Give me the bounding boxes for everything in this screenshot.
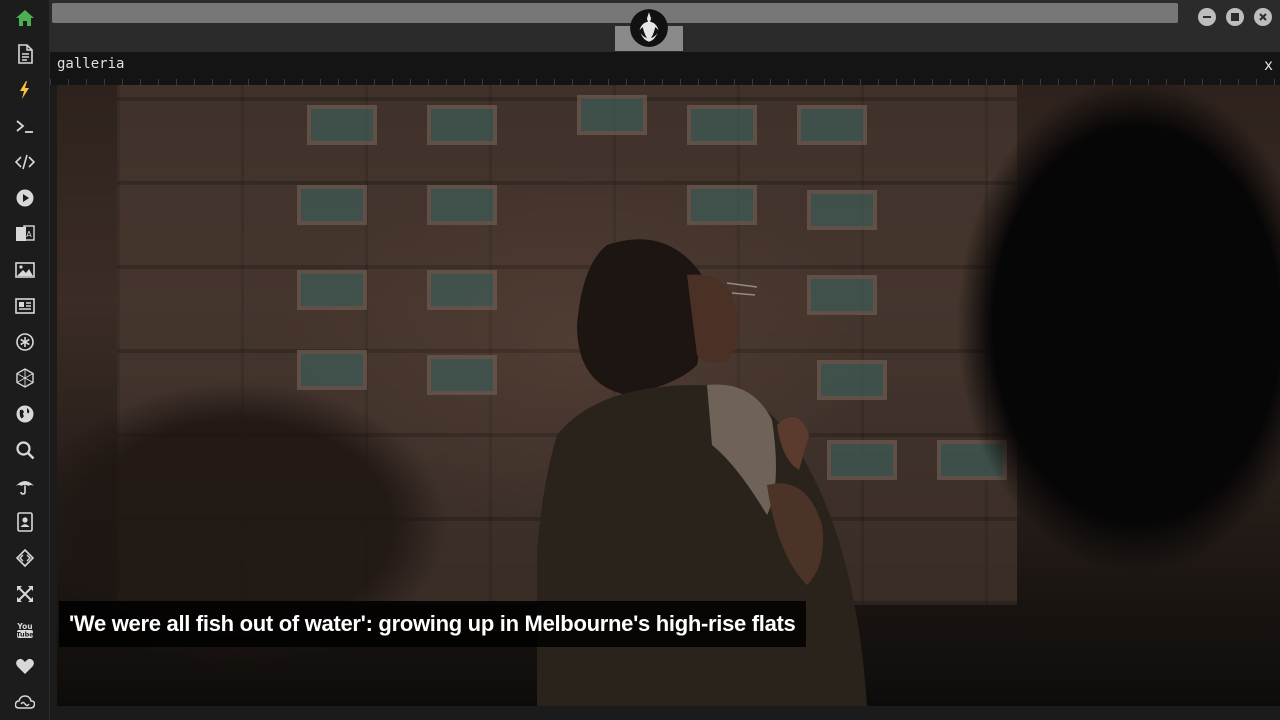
code-icon <box>14 154 35 170</box>
cloud-icon <box>14 695 35 709</box>
play-icon <box>16 189 33 207</box>
photo-window <box>807 190 877 230</box>
minimize-button[interactable] <box>1198 8 1216 26</box>
panel-close-button[interactable]: x <box>1264 56 1273 74</box>
hexagon-icon <box>15 368 34 388</box>
photo-window <box>427 185 497 225</box>
globe-icon <box>16 405 33 423</box>
sidebar-item-hexagon[interactable] <box>0 361 49 395</box>
image-icon <box>14 262 35 278</box>
heart-icon <box>15 658 34 674</box>
sidebar-item-globe[interactable] <box>0 397 49 431</box>
document-icon <box>17 44 33 64</box>
expand-icon <box>16 586 33 602</box>
photo-tree-right <box>907 85 1280 645</box>
sidebar-item-newspaper[interactable] <box>0 289 49 323</box>
panel-title: galleria <box>57 56 125 72</box>
terminal-icon <box>15 120 33 133</box>
sidebar-item-play[interactable] <box>0 181 49 215</box>
sidebar-item-expand[interactable] <box>0 577 49 611</box>
sidebar-item-document[interactable] <box>0 37 49 71</box>
gallery-caption[interactable]: 'We were all fish out of water': growing… <box>69 611 796 637</box>
sidebar-item-search[interactable] <box>0 433 49 467</box>
sidebar-item-contacts[interactable] <box>0 505 49 539</box>
photo-window <box>687 185 757 225</box>
contact-book-icon <box>16 512 33 532</box>
diamond-code-icon <box>15 548 34 568</box>
asterisk-icon <box>15 333 34 351</box>
close-window-button[interactable] <box>1254 8 1272 26</box>
umbrella-icon <box>15 481 34 495</box>
address-bar[interactable] <box>52 3 1178 23</box>
photo-window <box>307 105 377 145</box>
photo-window <box>797 105 867 145</box>
photo-window <box>427 270 497 310</box>
photo-window <box>577 95 647 135</box>
sidebar: A You Tube <box>0 0 50 720</box>
home-icon <box>15 10 34 26</box>
youtube-icon: YouTube <box>16 622 34 639</box>
photo-window <box>297 270 367 310</box>
sidebar-item-code[interactable] <box>0 145 49 179</box>
photo-window <box>427 105 497 145</box>
maximize-icon <box>1231 13 1239 21</box>
sidebar-item-umbrella[interactable] <box>0 469 49 503</box>
sidebar-item-home[interactable] <box>0 1 49 35</box>
close-icon <box>1259 13 1267 21</box>
sidebar-item-heart[interactable] <box>0 649 49 683</box>
sidebar-item-terminal[interactable] <box>0 109 49 143</box>
photo-window <box>297 185 367 225</box>
sidebar-item-youtube[interactable]: You Tube <box>0 613 49 647</box>
top-bar <box>50 0 1280 52</box>
rebel-alliance-icon <box>630 9 668 47</box>
sidebar-item-diamond-code[interactable] <box>0 541 49 575</box>
lightning-icon <box>19 81 29 99</box>
minimize-icon <box>1203 16 1211 18</box>
sidebar-item-lightning[interactable] <box>0 73 49 107</box>
caption-box: 'We were all fish out of water': growing… <box>59 601 806 647</box>
panel-header: galleria x <box>50 52 1280 85</box>
newspaper-icon <box>14 298 35 314</box>
svg-text:A: A <box>26 230 32 239</box>
translate-icon: A <box>15 225 35 241</box>
sidebar-item-image[interactable] <box>0 253 49 287</box>
sidebar-item-asterisk[interactable] <box>0 325 49 359</box>
photo-window <box>687 105 757 145</box>
gallery-image[interactable]: 'We were all fish out of water': growing… <box>57 85 1280 706</box>
sidebar-item-translate[interactable]: A <box>0 217 49 251</box>
sidebar-item-cloud[interactable] <box>0 685 49 719</box>
svg-text:Tube: Tube <box>16 631 34 639</box>
photo-tree-left <box>57 325 537 706</box>
maximize-button[interactable] <box>1226 8 1244 26</box>
search-icon <box>15 441 34 460</box>
